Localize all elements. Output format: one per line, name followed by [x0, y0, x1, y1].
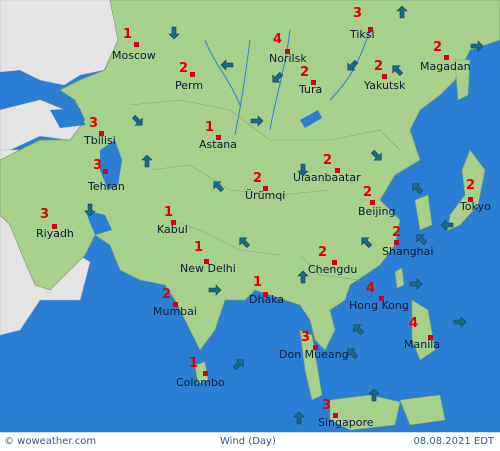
wind-force-norilsk: 4: [273, 32, 283, 47]
wind-force-perm: 2: [179, 61, 189, 76]
city-label-tehran: Tehran: [88, 180, 125, 193]
wind-force-manila: 4: [409, 316, 419, 331]
wind-force-moscow: 1: [123, 27, 133, 42]
city-label-hong-kong: Hong Kong: [349, 299, 409, 312]
city-label-astana: Astana: [199, 138, 238, 151]
city-label-tiksi: Tiksi: [350, 28, 375, 41]
city-label-riyadh: Riyadh: [36, 227, 74, 240]
city-label-shanghai: Shanghai: [382, 245, 434, 258]
wind-direction-arrow-icon: [440, 217, 454, 231]
wind-direction-arrow-icon: [453, 314, 467, 328]
footer-bar: © woweather.com Wind (Day) 08.08.2021 ED…: [0, 432, 500, 451]
wind-force-magadan: 2: [433, 40, 443, 55]
city-label-magadan: Magadan: [420, 60, 471, 73]
city-label-new-delhi: New Delhi: [180, 262, 236, 275]
wind-force-chengdu: 2: [318, 245, 328, 260]
wind-direction-arrow-icon: [395, 4, 409, 19]
wind-direction-arrow-icon: [410, 180, 424, 195]
wind-force-tokyo: 2: [466, 178, 476, 193]
wind-force--r-mqi: 2: [253, 171, 263, 186]
city-label-chengdu: Chengdu: [308, 263, 358, 276]
wind-direction-arrow-icon: [167, 25, 181, 40]
city-dot-icon: [370, 199, 375, 205]
city-label-tbilisi: Tbilisi: [84, 134, 116, 147]
wind-force-ulaanbaatar: 2: [323, 153, 333, 168]
city-dot-icon: [134, 41, 139, 47]
wind-force-tbilisi: 3: [89, 116, 99, 131]
wind-direction-arrow-icon: [414, 231, 428, 246]
wind-direction-arrow-icon: [351, 321, 365, 336]
wind-direction-arrow-icon: [345, 345, 359, 360]
wind-force-riyadh: 3: [40, 207, 50, 222]
city-dot-icon: [190, 71, 195, 77]
wind-force-beijing: 2: [363, 185, 373, 200]
city-label-tura: Tura: [299, 83, 323, 96]
wind-direction-arrow-icon: [296, 269, 310, 284]
wind-force-tura: 2: [300, 65, 310, 80]
city-label-kabul: Kabul: [157, 223, 188, 236]
brand-link[interactable]: © woweather.com: [4, 436, 96, 447]
wind-force-don-mueang: 3: [301, 330, 311, 345]
wind-direction-arrow-icon: [250, 113, 264, 127]
wind-direction-arrow-icon: [270, 70, 284, 84]
wind-direction-arrow-icon: [237, 234, 251, 249]
map-title: Wind (Day): [220, 436, 276, 447]
wind-force-mumbai: 2: [162, 287, 172, 302]
city-dot-icon: [103, 168, 108, 174]
wind-direction-arrow-icon: [83, 202, 97, 217]
city-label-dhaka: Dhaka: [249, 293, 285, 306]
wind-direction-arrow-icon: [390, 62, 404, 77]
wind-direction-arrow-icon: [131, 113, 145, 127]
city-dot-icon: [394, 239, 399, 245]
city-label-beijing: Beijing: [358, 205, 396, 218]
city-label-singapore: Singapore: [318, 416, 374, 429]
wind-direction-arrow-icon: [409, 276, 423, 290]
wind-direction-arrow-icon: [140, 153, 154, 168]
city-label-tokyo: Tokyo: [460, 200, 491, 213]
city-label-colombo: Colombo: [176, 376, 225, 389]
wind-force-yakutsk: 2: [374, 59, 384, 74]
city-dot-icon: [203, 370, 208, 376]
weather-map: Moscow 1 Norilsk 4 Tiksi 3 Perm 2 Tura 2 Yakutsk 2 M…: [0, 0, 500, 451]
wind-direction-arrow-icon: [370, 148, 384, 162]
wind-direction-arrow-icon: [292, 410, 306, 425]
city-label-don-mueang: Don Mueang: [279, 348, 349, 361]
city-dot-icon: [444, 54, 449, 60]
wind-direction-arrow-icon: [220, 57, 234, 71]
wind-force-dhaka: 1: [253, 275, 263, 290]
wind-force-astana: 1: [205, 120, 215, 135]
wind-force-singapore: 3: [322, 398, 332, 413]
city-label-perm: Perm: [175, 79, 204, 92]
city-label-norilsk: Norilsk: [269, 52, 307, 65]
wind-direction-arrow-icon: [470, 38, 484, 52]
wind-direction-arrow-icon: [296, 162, 310, 177]
wind-force-tehran: 3: [93, 158, 103, 173]
wind-force-colombo: 1: [189, 356, 199, 371]
wind-force-hong-kong: 4: [366, 281, 376, 296]
wind-force-shanghai: 2: [392, 225, 402, 240]
wind-direction-arrow-icon: [232, 356, 246, 371]
city-label-yakutsk: Yakutsk: [364, 79, 406, 92]
wind-direction-arrow-icon: [367, 387, 381, 402]
city-label--r-mqi: Ürümqi: [245, 189, 286, 202]
city-label-mumbai: Mumbai: [153, 305, 197, 318]
wind-force-new-delhi: 1: [194, 240, 204, 255]
wind-force-tiksi: 3: [353, 6, 363, 21]
city-marker-tehran[interactable]: [103, 165, 108, 177]
city-label-moscow: Moscow: [112, 49, 156, 62]
city-label-manila: Manila: [404, 338, 441, 351]
wind-direction-arrow-icon: [345, 58, 359, 72]
wind-force-kabul: 1: [164, 205, 174, 220]
wind-direction-arrow-icon: [208, 282, 222, 296]
wind-direction-arrow-icon: [359, 234, 373, 249]
city-dot-icon: [382, 73, 387, 79]
wind-direction-arrow-icon: [211, 178, 225, 193]
date-label: 08.08.2021 EDT: [413, 436, 494, 447]
